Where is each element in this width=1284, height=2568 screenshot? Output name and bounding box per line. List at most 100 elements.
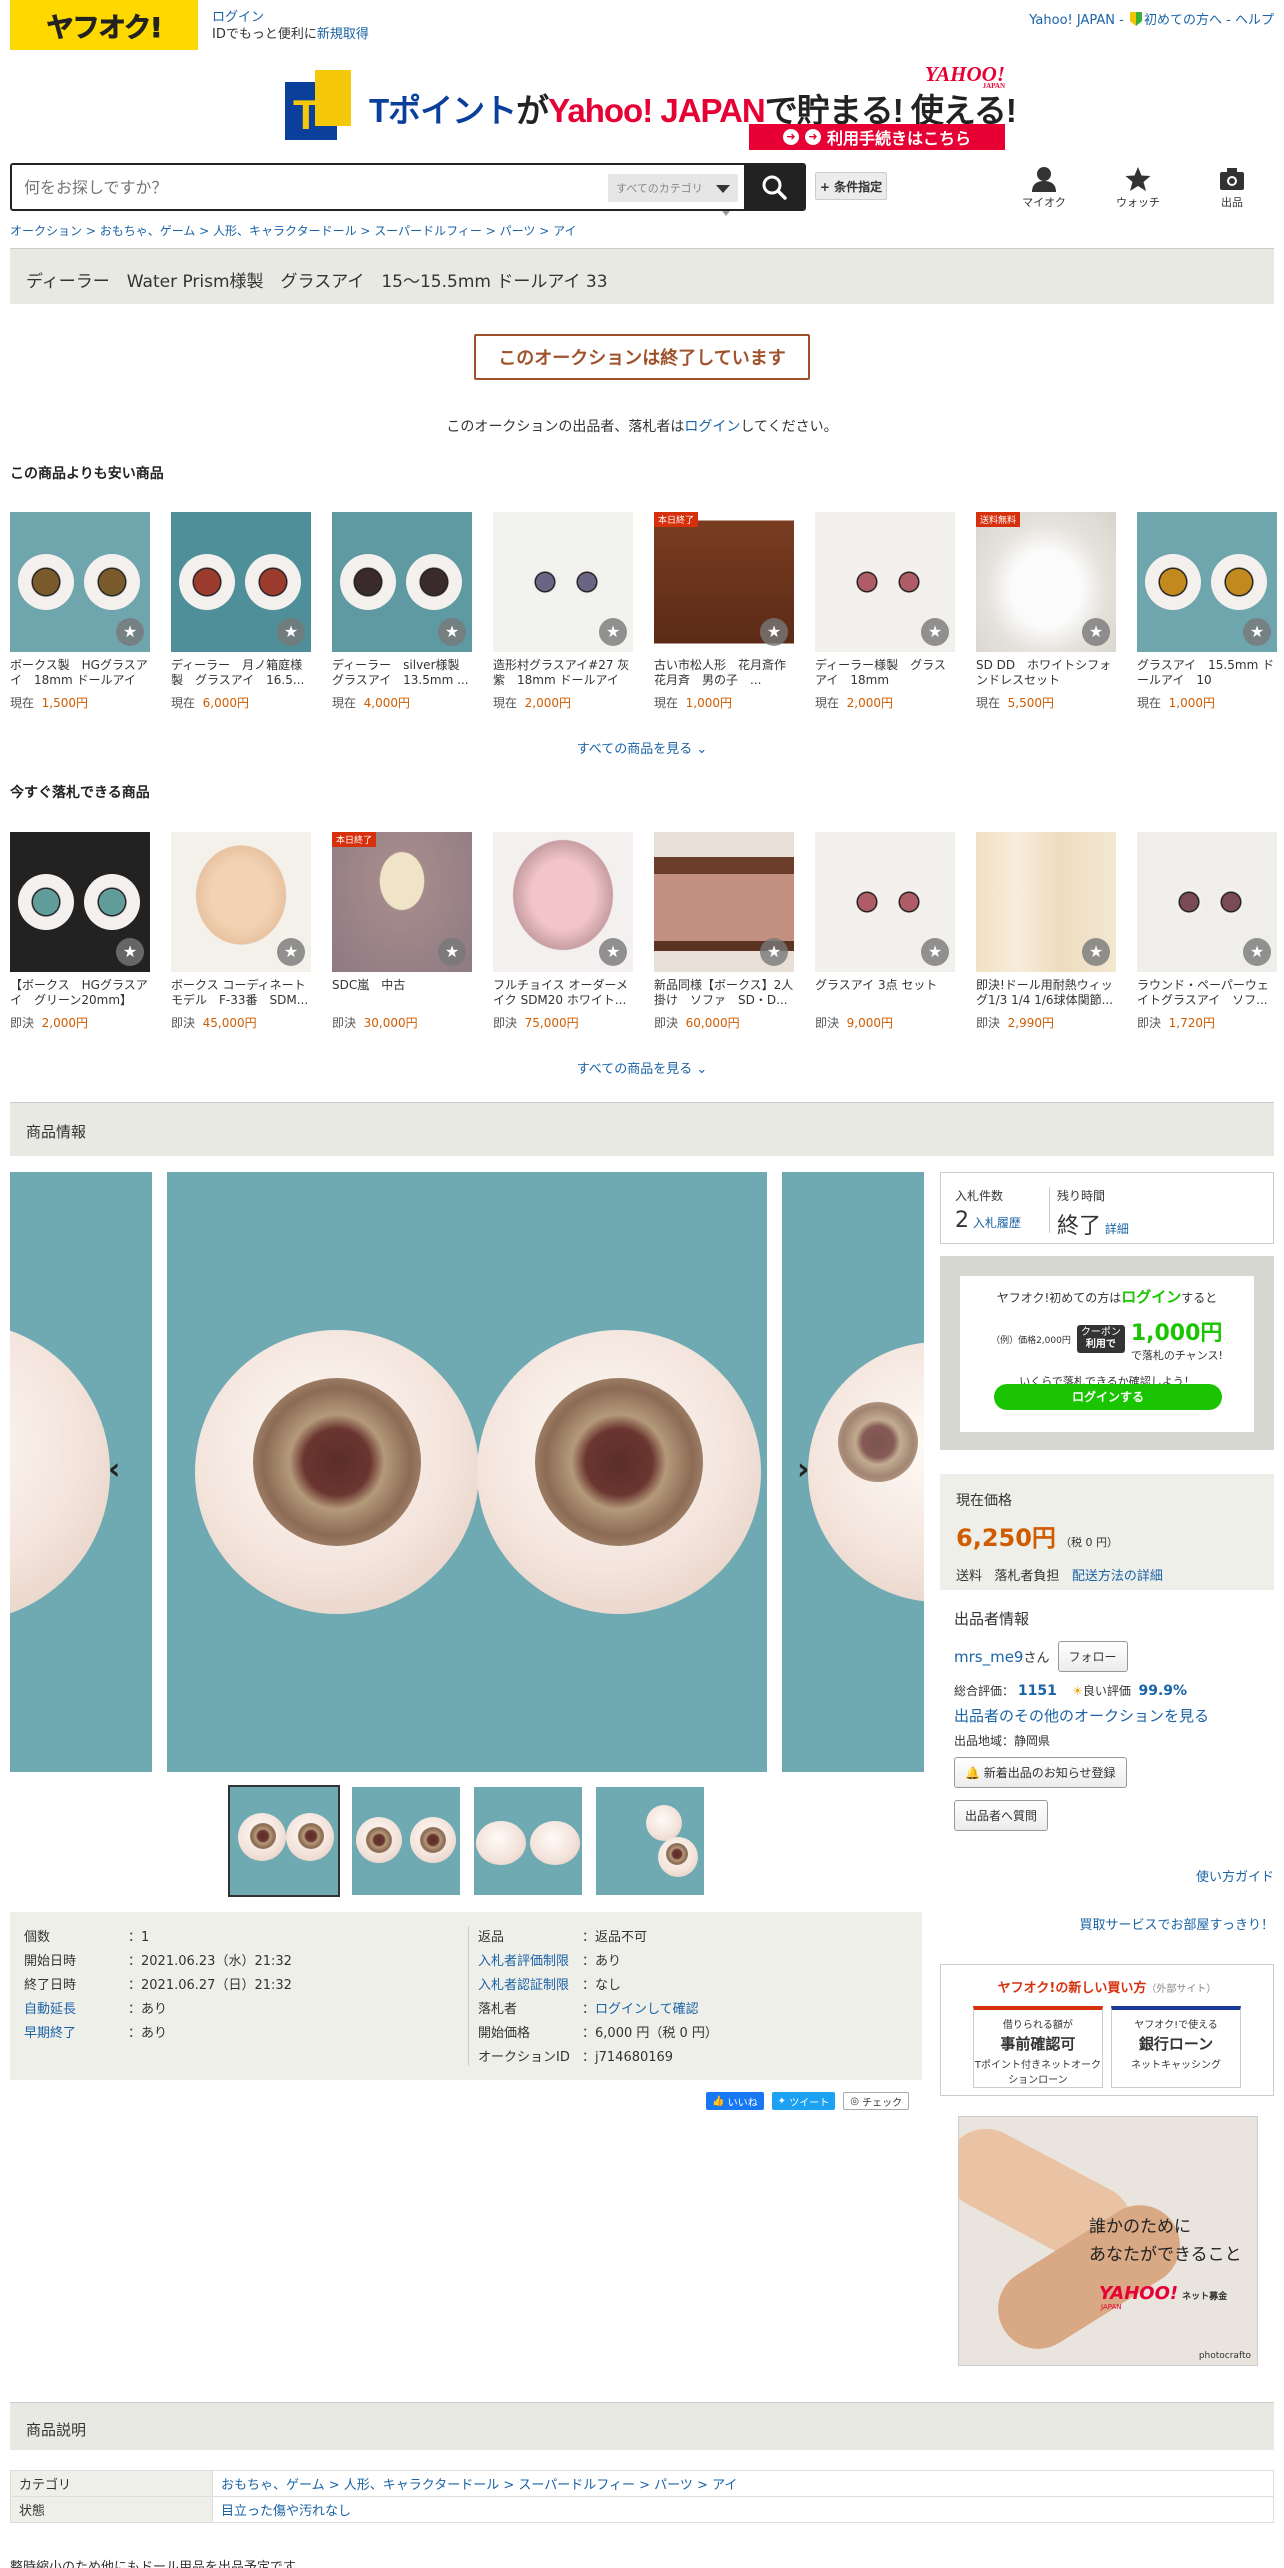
product-card[interactable]: ★ 造形村グラスアイ#27 灰紫 18mm ドールアイ 現在 2,000円 <box>493 512 633 711</box>
product-card[interactable]: ★ 即決!ドール用耐熱ウィッグ1/3 1/4 1/6球体関節... 即決 2,9… <box>976 832 1116 1031</box>
tpoint-banner[interactable]: T YAHOO! JAPAN TポイントがYahoo! JAPANで貯まる! 使え… <box>285 62 1017 150</box>
spec-key[interactable]: 自動延長 <box>24 1998 128 2022</box>
product-name[interactable]: SDC嵐 中古 <box>332 978 472 1010</box>
guide-link[interactable]: 使い方ガイド <box>1196 1866 1274 1885</box>
watch-star-icon[interactable]: ★ <box>277 938 305 966</box>
spec-key[interactable]: 早期終了 <box>24 2022 128 2046</box>
product-name[interactable]: 新品同様【ボークス】2人掛け ソファ SD・D... <box>654 978 794 1010</box>
breadcrumb-item[interactable]: 人形、キャラクタードール <box>213 224 357 238</box>
rating-link[interactable]: 1151 <box>1018 1683 1057 1699</box>
ask-seller-button[interactable]: 出品者へ質問 <box>954 1800 1049 1831</box>
gallery-main-image[interactable] <box>167 1172 767 1772</box>
product-card[interactable]: ★ 本日終了 古い市松人形 花月斎作 花月斉 男の子 ... 現在 1,000円 <box>654 512 794 711</box>
login-link[interactable]: ログイン <box>212 10 264 25</box>
breadcrumb-item[interactable]: スーパードルフィー <box>374 224 482 238</box>
spec-value[interactable]: ログインして確認 <box>595 2002 699 2017</box>
facebook-like-button[interactable]: 👍 いいね <box>706 2092 764 2110</box>
beginner-link[interactable]: 初めての方へ <box>1144 13 1222 28</box>
donation-ad[interactable]: 誰かのために あなたができること YAHOO! ネット募金 JAPAN photo… <box>958 2116 1258 2366</box>
product-name[interactable]: 即決!ドール用耐熱ウィッグ1/3 1/4 1/6球体関節... <box>976 978 1116 1010</box>
watch-star-icon[interactable]: ★ <box>921 618 949 646</box>
watch-star-icon[interactable]: ★ <box>116 618 144 646</box>
watch-star-icon[interactable]: ★ <box>277 618 305 646</box>
watch-button[interactable]: ウォッチ <box>1108 166 1168 210</box>
product-card[interactable]: ★ ディーラー 月ノ箱庭様製 グラスアイ 16.5... 現在 6,000円 <box>171 512 311 711</box>
product-name[interactable]: ラウンド・ペーパーウェイトグラスアイ ソフ... <box>1137 978 1277 1010</box>
watch-star-icon[interactable]: ★ <box>1082 938 1110 966</box>
product-name[interactable]: ボークス製 HGグラスアイ 18mm ドールアイ 8 <box>10 658 150 690</box>
product-card[interactable]: ★ ラウンド・ペーパーウェイトグラスアイ ソフ... 即決 1,720円 <box>1137 832 1277 1031</box>
spec-key[interactable]: 入札者評価制限 <box>478 1950 582 1974</box>
watch-star-icon[interactable]: ★ <box>1243 618 1271 646</box>
watch-star-icon[interactable]: ★ <box>116 938 144 966</box>
gallery-next-arrow-icon[interactable]: › <box>797 1452 809 1487</box>
gallery-thumbnail[interactable] <box>474 1787 582 1895</box>
conditions-button[interactable]: + 条件指定 <box>815 172 887 200</box>
follow-button[interactable]: フォロー <box>1057 1641 1128 1672</box>
product-name[interactable]: グラスアイ 15.5mm ドールアイ 10 <box>1137 658 1277 690</box>
yahoo-japan-link[interactable]: Yahoo! JAPAN <box>1029 13 1115 28</box>
login-button[interactable]: ログインする <box>994 1384 1222 1410</box>
myauction-button[interactable]: マイオク <box>1014 166 1074 210</box>
product-name[interactable]: 古い市松人形 花月斎作 花月斉 男の子 ... <box>654 658 794 690</box>
bid-history-link[interactable]: 入札履歴 <box>973 1216 1021 1230</box>
gallery-prev-arrow-icon[interactable]: ‹ <box>108 1452 120 1487</box>
watch-star-icon[interactable]: ★ <box>599 618 627 646</box>
product-name[interactable]: ディーラー 月ノ箱庭様製 グラスアイ 16.5... <box>171 658 311 690</box>
condition-link[interactable]: 目立った傷や汚れなし <box>221 2504 351 2519</box>
product-card[interactable]: ★ 【ボークス HGグラスアイ グリーン20mm】 即決 2,000円 <box>10 832 150 1031</box>
product-card[interactable]: ★ ボークス製 HGグラスアイ 18mm ドールアイ 8 現在 1,500円 <box>10 512 150 711</box>
product-name[interactable]: ディーラー様製 グラスアイ 18mm <box>815 658 955 690</box>
product-card[interactable]: ★ ボークス コーディネートモデル F-33番 SDM... 即決 45,000… <box>171 832 311 1031</box>
category-select[interactable]: すべてのカテゴリ <box>608 174 738 202</box>
ended-login-link[interactable]: ログイン <box>684 419 740 435</box>
watch-star-icon[interactable]: ★ <box>438 938 466 966</box>
product-name[interactable]: SD DD ホワイトシフォンドレスセット <box>976 658 1116 690</box>
category-path-link[interactable]: おもちゃ、ゲーム > 人形、キャラクタードール > スーパードルフィー > パー… <box>221 2478 737 2493</box>
breadcrumb-item[interactable]: パーツ <box>500 224 536 238</box>
prior-approval-loan-button[interactable]: 借りられる額が 事前確認可 Tポイント付きネットオークションローン <box>972 2006 1103 2088</box>
product-name[interactable]: ディーラー silver様製 グラスアイ 13.5mm ... <box>332 658 472 690</box>
spec-key[interactable]: 入札者認証制限 <box>478 1974 582 1998</box>
product-card[interactable]: ★ ディーラー silver様製 グラスアイ 13.5mm ... 現在 4,0… <box>332 512 472 711</box>
banner-procedure-button[interactable]: ➜ ➜ 利用手続きはこちら <box>749 124 1005 150</box>
gallery-thumbnail[interactable] <box>352 1787 460 1895</box>
yahuoku-logo[interactable]: ヤフオク! <box>10 0 198 50</box>
product-card[interactable]: ★ 本日終了 SDC嵐 中古 即決 30,000円 <box>332 832 472 1031</box>
watch-star-icon[interactable]: ★ <box>921 938 949 966</box>
product-card[interactable]: ★ フルチョイス オーダーメイク SDM20 ホワイト... 即決 75,000… <box>493 832 633 1031</box>
product-card[interactable]: ★ ディーラー様製 グラスアイ 18mm 現在 2,000円 <box>815 512 955 711</box>
breadcrumb-item[interactable]: おもちゃ、ゲーム <box>100 224 196 238</box>
product-name[interactable]: グラスアイ 3点 セット <box>815 978 955 1010</box>
signup-link[interactable]: 新規取得 <box>317 27 369 42</box>
product-name[interactable]: フルチョイス オーダーメイク SDM20 ホワイト... <box>493 978 633 1010</box>
watch-star-icon[interactable]: ★ <box>760 938 788 966</box>
product-name[interactable]: ボークス コーディネートモデル F-33番 SDM... <box>171 978 311 1010</box>
help-link[interactable]: ヘルプ <box>1235 13 1274 28</box>
watch-star-icon[interactable]: ★ <box>1243 938 1271 966</box>
search-button[interactable] <box>744 165 804 209</box>
product-card[interactable]: ★ 新品同様【ボークス】2人掛け ソファ SD・D... 即決 60,000円 <box>654 832 794 1031</box>
tweet-button[interactable]: ✦ ツイート <box>771 2092 836 2110</box>
product-name[interactable]: 造形村グラスアイ#27 灰紫 18mm ドールアイ <box>493 658 633 690</box>
sell-button[interactable]: 出品 <box>1202 166 1262 210</box>
buynow-more-link[interactable]: すべての商品を見る ⌄ <box>0 1058 1284 1077</box>
new-listing-notify-button[interactable]: 🔔 新着出品のお知らせ登録 <box>954 1757 1127 1788</box>
bank-loan-button[interactable]: ヤフオク!で使える 銀行ローン ネットキャッシング <box>1111 2006 1242 2088</box>
watch-star-icon[interactable]: ★ <box>1082 618 1110 646</box>
product-name[interactable]: 【ボークス HGグラスアイ グリーン20mm】 <box>10 978 150 1010</box>
buyback-link[interactable]: 買取サービスでお部屋すっきり！ <box>1080 1914 1274 1933</box>
watch-star-icon[interactable]: ★ <box>438 618 466 646</box>
check-button[interactable]: ◎ チェック <box>843 2092 910 2110</box>
product-card[interactable]: ★ グラスアイ 15.5mm ドールアイ 10 現在 1,000円 <box>1137 512 1277 711</box>
watch-star-icon[interactable]: ★ <box>760 618 788 646</box>
remaining-detail-link[interactable]: 詳細 <box>1105 1222 1129 1236</box>
shipping-detail-link[interactable]: 配送方法の詳細 <box>1072 1569 1163 1584</box>
product-card[interactable]: ★ グラスアイ 3点 セット 即決 9,000円 <box>815 832 955 1031</box>
seller-name-link[interactable]: mrs_me9 <box>954 1648 1023 1666</box>
gallery-thumbnail[interactable] <box>596 1787 704 1895</box>
watch-star-icon[interactable]: ★ <box>599 938 627 966</box>
gallery-thumbnail[interactable] <box>228 1785 340 1897</box>
seller-other-auctions-link[interactable]: 出品者のその他のオークションを見る <box>954 1707 1209 1725</box>
breadcrumb-item[interactable]: オークション <box>10 224 82 238</box>
